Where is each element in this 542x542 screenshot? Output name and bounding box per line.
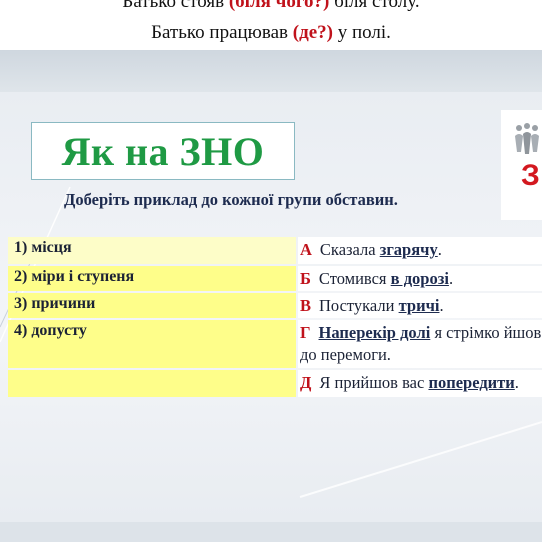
underlined-word: Наперекір долі	[318, 323, 431, 342]
sentence-text: Батько стояв	[122, 0, 229, 12]
zno-logo: З	[501, 110, 542, 220]
circumstance-type-cell	[8, 370, 296, 397]
option-text: Сказала	[319, 240, 380, 259]
question-highlight: (де?)	[292, 22, 333, 43]
people-icon	[515, 123, 539, 154]
question-highlight: (біля чого?)	[228, 0, 330, 12]
table-row: 4) допусту Г Наперекір долі я стрімко йшо…	[8, 320, 542, 368]
table-row: Д Я прийшов вас попередити.	[8, 370, 542, 397]
sentence-text: біля столу.	[329, 0, 420, 12]
title-box: Як на ЗНО	[31, 122, 295, 180]
option-text: Постукали	[319, 296, 399, 315]
option-letter: А	[300, 240, 312, 259]
previous-slide-strip: Батько стояв (біля чого?) біля столу. Ба…	[0, 0, 542, 50]
table-row: 2) міри і ступеня Б Стомився в дорозі.	[8, 266, 542, 291]
sentence-text: Батько працював	[151, 22, 293, 43]
underlined-word: згарячу	[379, 240, 438, 259]
circumstance-type-cell: 4) допусту	[8, 320, 296, 368]
option-letter: Д	[300, 373, 312, 392]
option-text: .	[437, 240, 442, 259]
circumstance-type-cell: 3) причини	[8, 293, 296, 318]
example-sentence-2: Батько працював (де?) у полі.	[0, 22, 542, 44]
table-row: 3) причини В Постукали тричі.	[8, 293, 542, 318]
example-option-b: Б Стомився в дорозі.	[298, 266, 542, 291]
option-text: Я прийшов вас	[319, 373, 429, 392]
option-letter: Г	[300, 323, 311, 342]
bottom-band	[0, 522, 542, 542]
circumstance-type-cell: 1) місця	[8, 237, 296, 264]
slide-gap	[0, 50, 542, 92]
slide-title: Як на ЗНО	[61, 128, 265, 174]
option-text: .	[439, 296, 444, 315]
option-text: .	[448, 269, 454, 288]
logo-text: З	[521, 159, 540, 192]
example-sentence-1: Батько стояв (біля чого?) біля столу.	[0, 0, 542, 13]
option-text: Стомився	[318, 269, 391, 288]
example-option-d: Д Я прийшов вас попередити.	[298, 370, 542, 397]
option-letter: Б	[300, 269, 311, 288]
underlined-word: в дорозі	[390, 269, 449, 288]
example-option-h: Г Наперекір долі я стрімко йшов до перемо…	[298, 320, 542, 368]
table-row: 1) місця А Сказала згарячу.	[8, 237, 542, 264]
example-option-v: В Постукали тричі.	[298, 293, 542, 318]
option-text: .	[514, 373, 519, 392]
example-option-a: А Сказала згарячу.	[298, 237, 542, 264]
circumstance-type-cell: 2) міри і ступеня	[8, 266, 296, 291]
task-instruction: Доберіть приклад до кожної групи обстави…	[64, 190, 398, 209]
underlined-word: попередити	[428, 373, 515, 392]
sentence-text: у полі.	[332, 22, 391, 43]
option-letter: В	[300, 296, 312, 315]
underlined-word: тричі	[398, 296, 440, 315]
